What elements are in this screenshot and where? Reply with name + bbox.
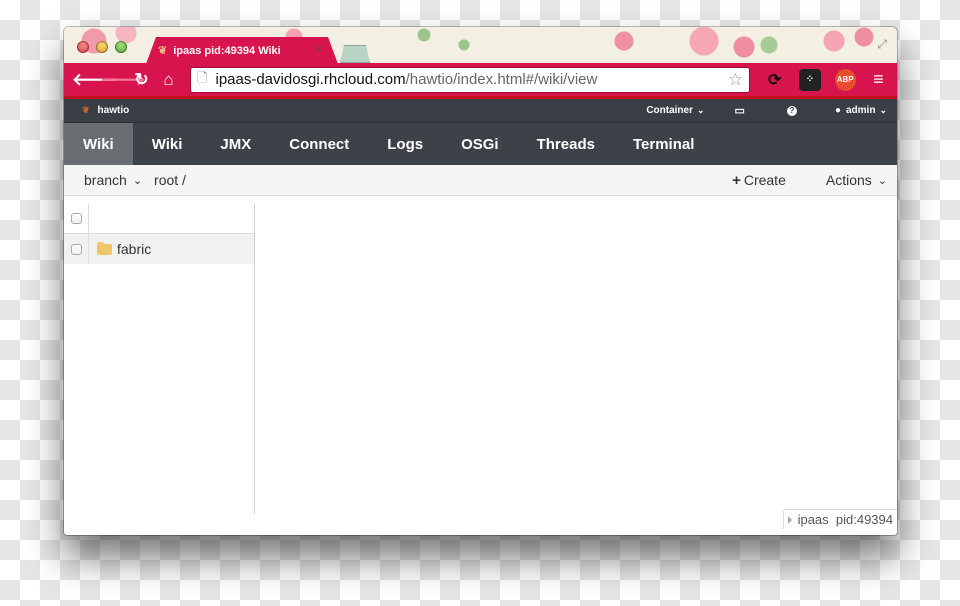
nav-tab-osgi[interactable]: OSGi [442, 123, 518, 165]
nav-tab-wiki-active[interactable]: Wiki [64, 123, 133, 165]
home-button[interactable]: ⌂ [155, 70, 182, 90]
tab-strip: ❦ ipaas pid:49394 Wiki × ⤢ [64, 27, 897, 64]
folder-icon [97, 241, 112, 255]
main-nav: Wiki Wiki JMX Connect Logs OSGi Threads … [64, 123, 897, 165]
nav-tab-jmx[interactable]: JMX [201, 123, 270, 165]
reload-button[interactable]: ↻ [128, 70, 155, 90]
sync-extension-icon[interactable]: ⟳ [764, 69, 785, 91]
close-window-button[interactable] [77, 41, 89, 53]
new-tab-button[interactable] [340, 45, 370, 63]
container-label: Container [646, 105, 693, 116]
plus-icon: + [732, 171, 741, 189]
minimize-window-button[interactable] [96, 41, 108, 53]
brand[interactable]: ❦ hawtio [64, 105, 129, 116]
nav-tab-connect[interactable]: Connect [270, 123, 368, 165]
actions-label: Actions [825, 172, 872, 188]
tree-item-label[interactable]: fabric [117, 241, 151, 257]
browser-window: ❦ ipaas pid:49394 Wiki × ⤢ 🡐 🡒 ↻ ⌂ 🗋 ipa… [64, 27, 897, 535]
expand-arrow-icon [787, 516, 792, 524]
bookmark-star-icon[interactable]: ☆ [728, 70, 743, 90]
user-icon: ● [834, 105, 841, 116]
hawtio-logo-icon: ❦ [82, 105, 90, 115]
nav-tab-logs[interactable]: Logs [368, 123, 442, 165]
actions-dropdown[interactable]: Actions ⌄ [826, 172, 887, 188]
browser-tab-active[interactable]: ❦ ipaas pid:49394 Wiki × [146, 37, 338, 64]
file-tree: fabric [64, 204, 255, 514]
wiki-toolbar: branch ⌄ root / + Create Actions ⌄ [64, 165, 897, 196]
page-icon: 🗋 [197, 69, 208, 85]
nav-tab-threads[interactable]: Threads [518, 123, 614, 165]
monitor-icon[interactable]: ▭ [735, 104, 745, 117]
blackberry-extension-icon[interactable]: ⁘ [799, 68, 821, 91]
hawtio-header: ❦ hawtio Container ⌄ ▭ ? ● admin ⌄ [64, 99, 897, 123]
back-button[interactable]: 🡐 [72, 70, 118, 90]
address-bar[interactable]: 🗋 ipaas-davidosgi.rhcloud.com/hawtio/ind… [190, 66, 751, 93]
container-status-footer[interactable]: ipaas pid:49394 [782, 509, 897, 529]
tree-row[interactable]: fabric [64, 234, 254, 264]
url-path: /hawtio/index.html#/wiki/view [405, 71, 598, 88]
chevron-down-icon: ⌄ [877, 174, 887, 187]
tab-close-icon[interactable]: × [316, 44, 322, 56]
hawtio-favicon-icon: ❦ [158, 45, 168, 57]
url-host: ipaas-davidosgi.rhcloud.com [215, 71, 406, 88]
chevron-down-icon: ⌄ [879, 105, 887, 115]
adblock-plus-icon[interactable]: ABP [834, 68, 856, 91]
browser-toolbar: 🡐 🡒 ↻ ⌂ 🗋 ipaas-davidosgi.rhcloud.com/ha… [64, 63, 897, 99]
zoom-window-button[interactable] [115, 41, 127, 53]
nav-tab-wiki[interactable]: Wiki [133, 123, 202, 165]
nav-tab-terminal[interactable]: Terminal [614, 123, 713, 165]
fullscreen-icon[interactable]: ⤢ [877, 37, 887, 52]
create-label: Create [743, 172, 786, 188]
brand-label: hawtio [97, 105, 130, 116]
branch-label: branch [84, 172, 127, 188]
chevron-down-icon: ⌄ [697, 105, 705, 115]
container-menu[interactable]: Container ⌄ [646, 105, 704, 116]
create-button[interactable]: + Create [732, 172, 786, 189]
admin-label: admin [846, 105, 876, 116]
user-menu[interactable]: ● admin ⌄ [835, 105, 887, 116]
forward-button[interactable]: 🡒 [100, 70, 146, 90]
breadcrumb-root[interactable]: root / [154, 172, 186, 188]
footer-label: ipaas pid:49394 [797, 512, 893, 527]
select-all-checkbox[interactable] [70, 213, 82, 224]
browser-menu-icon[interactable]: ≡ [868, 69, 889, 91]
wiki-content: fabric ipaas pid:49394 [64, 196, 897, 529]
tree-header-row [64, 204, 254, 234]
row-checkbox[interactable] [70, 243, 82, 255]
branch-dropdown[interactable]: branch ⌄ [84, 172, 142, 188]
help-icon[interactable]: ? [786, 105, 797, 116]
chevron-down-icon: ⌄ [132, 174, 143, 187]
tab-title: ipaas pid:49394 Wiki [173, 44, 281, 57]
